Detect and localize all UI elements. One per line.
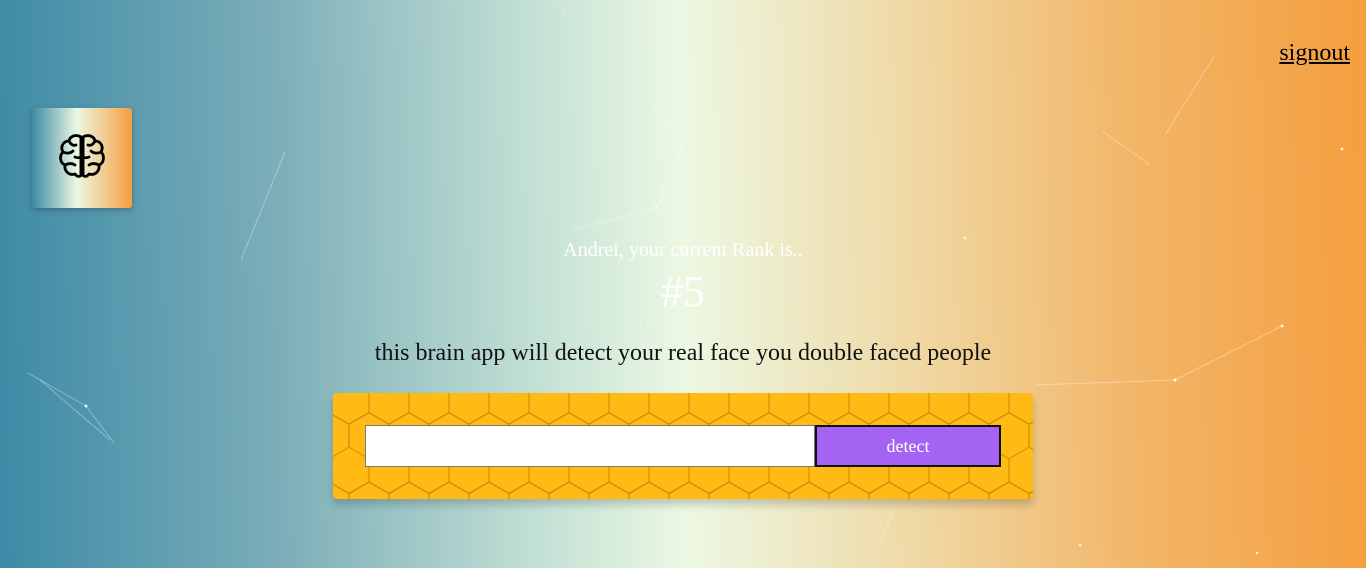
top-nav: signout <box>1279 40 1350 67</box>
rank-intro: Andrei, your current Rank is.. <box>563 239 803 261</box>
detect-button[interactable]: detect <box>815 425 1001 467</box>
logo-tile[interactable] <box>32 108 132 208</box>
image-link-form: detect <box>333 393 1033 499</box>
image-url-input[interactable] <box>365 425 815 467</box>
signout-link[interactable]: signout <box>1279 40 1350 66</box>
brain-icon <box>57 131 107 186</box>
rank-value: #5 <box>661 267 705 316</box>
app-tagline: this brain app will detect your real fac… <box>374 340 992 366</box>
